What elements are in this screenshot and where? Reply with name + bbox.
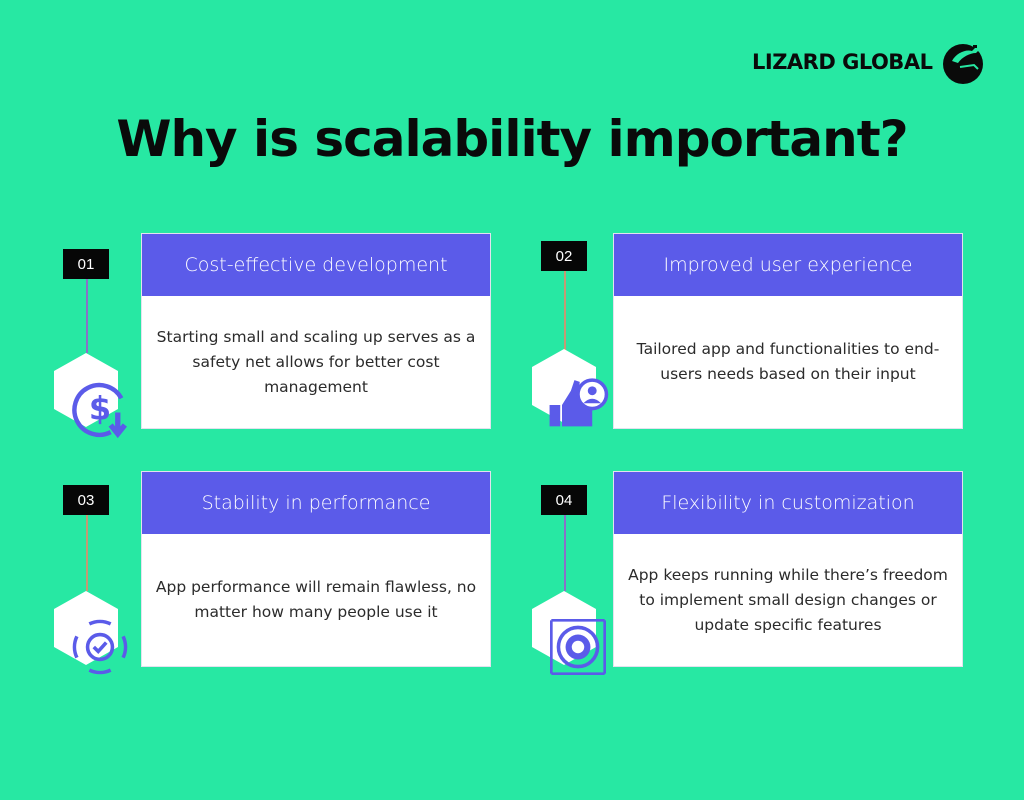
icon-hexagon (532, 349, 609, 427)
card-body: Starting small and scaling up serves as … (156, 327, 476, 396)
card-number-badge: 01 (63, 249, 109, 279)
icon-hexagon (532, 591, 606, 675)
card-heading: Improved user experience (614, 234, 962, 296)
card-flexibility: 04 Flexibility in customization App keep… (532, 471, 985, 675)
card-heading: Stability in performance (142, 472, 490, 534)
brand-name: LIZARD GLOBAL (752, 50, 933, 74)
card-stability: 03 Stability in performance App performa… (54, 471, 513, 675)
card-body: Tailored app and functionalities to end-… (636, 340, 940, 383)
card-panel: Flexibility in customization App keeps r… (613, 471, 963, 667)
lizard-head-icon (943, 44, 984, 84)
brand-logo: LIZARD GLOBAL (752, 40, 986, 84)
card-number-badge: 03 (63, 485, 109, 515)
svg-text:$: $ (89, 390, 111, 428)
thumbs-up-user-icon (549, 378, 609, 427)
page-title: Why is scalability important? (116, 110, 908, 168)
icon-hexagon: $ (54, 353, 127, 439)
card-body: App keeps running while there’s freedom … (628, 565, 948, 634)
connector-line (564, 271, 566, 351)
card-number-badge: 04 (541, 485, 587, 515)
card-panel: Cost-effective development Starting smal… (141, 233, 491, 429)
card-body: App performance will remain flawless, no… (155, 578, 477, 621)
card-number-badge: 02 (541, 241, 587, 271)
card-heading: Flexibility in customization (614, 472, 962, 534)
dollar-cycle-icon: $ (72, 382, 127, 439)
gear-vector-icon (550, 619, 606, 675)
icon-hexagon (54, 591, 128, 675)
card-heading: Cost-effective development (142, 234, 490, 296)
cycle-check-icon (72, 619, 128, 675)
card-panel: Stability in performance App performance… (141, 471, 491, 667)
connector-line (564, 515, 566, 591)
card-cost-effective: 01 $ Cost-effective development Starting… (54, 233, 513, 439)
card-panel: Improved user experience Tailored app an… (613, 233, 963, 429)
connector-line (86, 279, 88, 353)
connector-line (86, 515, 88, 591)
card-user-experience: 02 Improved user experience Tailored app… (532, 233, 985, 429)
